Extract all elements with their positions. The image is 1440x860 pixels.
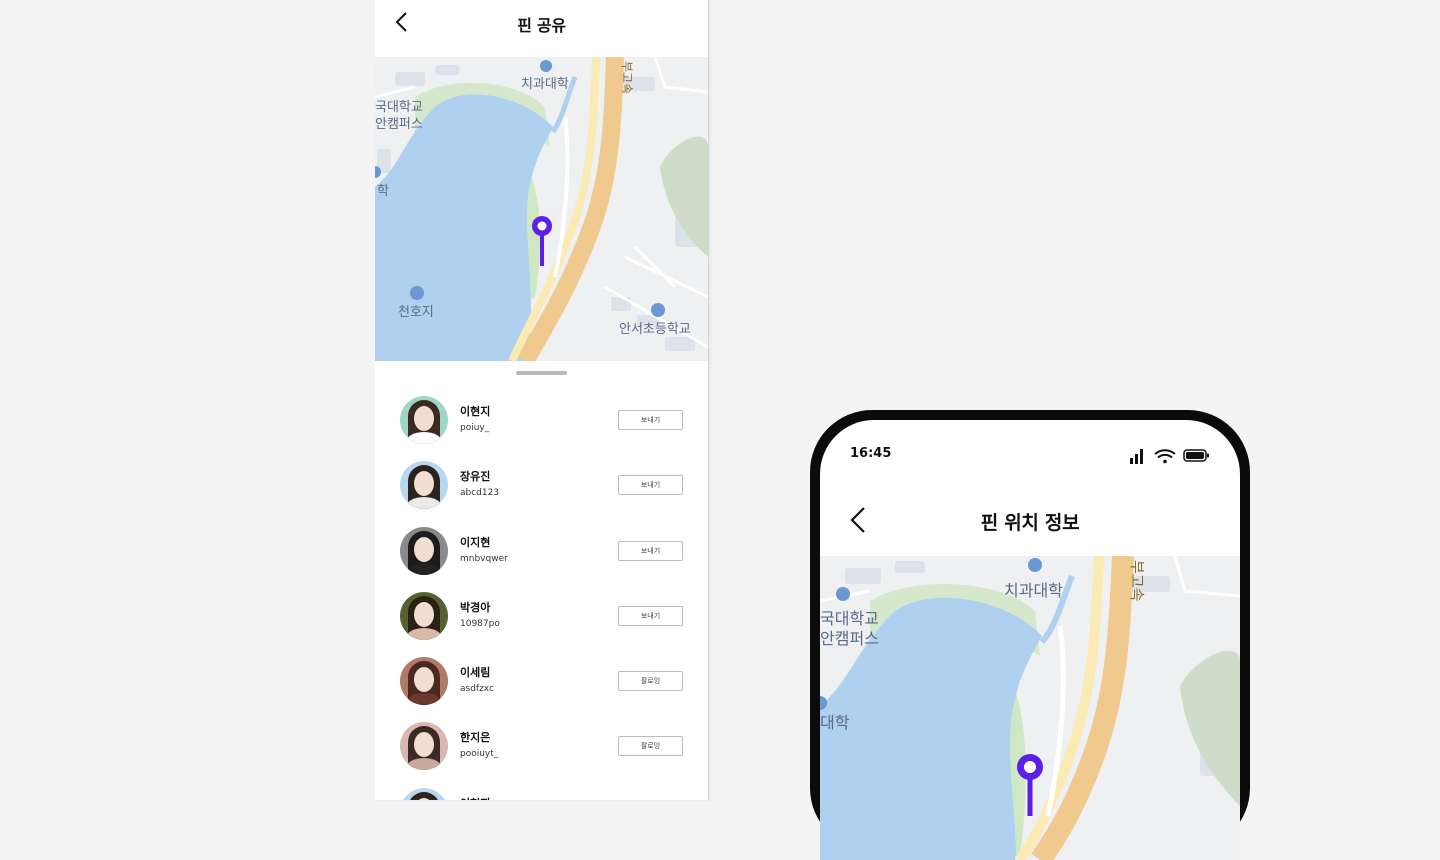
map-label-expressway: 부고속 <box>620 61 634 94</box>
map-canvas: 치과대학 국대학교 안캠퍼스 대학 부고속 <box>820 556 1240 860</box>
pin-share-screen: 핀 공유 치과대학 국대학교 안캠퍼스 학 천호지 안서초등학교 부고속 이현지… <box>375 0 708 800</box>
map-label-dental-college: 치과대학 <box>1004 582 1063 600</box>
friend-id: mnbvqwer <box>460 553 508 564</box>
friend-list: 이현지 poiuy_ 보내기 장유진 abcd123 보내기 이지현 mnbvqwer 보내기 박… <box>375 387 708 800</box>
send-button[interactable]: 보내기 <box>618 410 683 430</box>
page-title: 핀 공유 <box>517 16 566 35</box>
avatar[interactable] <box>400 591 448 640</box>
map-label-campus-2: 안캠퍼스 <box>820 630 879 648</box>
map-label-college: 대학 <box>820 714 850 732</box>
friend-name: 이현지 <box>460 795 490 800</box>
page-title: 핀 위치 정보 <box>980 512 1080 534</box>
friend-row[interactable]: 한지은 pooiuyt_ 팔로잉 <box>375 713 708 778</box>
map-view[interactable]: 치과대학 국대학교 안캠퍼스 학 천호지 안서초등학교 부고속 <box>375 57 708 361</box>
send-button[interactable]: 보내기 <box>618 605 683 626</box>
pin-info-screen: 16:45 핀 위치 정보 치과대학 국대학교 안캠퍼스 대학 부고속 <box>820 420 1240 860</box>
avatar[interactable] <box>400 526 448 575</box>
header: 핀 공유 <box>375 0 708 57</box>
avatar-body <box>406 758 442 771</box>
avatar-body <box>406 497 442 510</box>
friend-name: 이세림 <box>460 666 491 680</box>
friend-id: pooiuyt_ <box>460 749 499 760</box>
map-label-dental-college: 치과대학 <box>521 76 569 91</box>
friend-id: 10987po <box>460 618 500 629</box>
following-button[interactable]: 팔로잉 <box>618 736 683 757</box>
battery-icon <box>1183 449 1209 462</box>
avatar[interactable] <box>400 657 448 706</box>
friend-row[interactable]: 장유진 abcd123 보내기 <box>375 452 708 517</box>
friend-row[interactable]: 이현지 poiuy_ 보내기 <box>375 387 708 452</box>
avatar[interactable] <box>400 461 448 510</box>
friend-id: abcd123 <box>460 488 500 499</box>
friend-row[interactable]: 이지현 mnbvqwer 보내기 <box>375 518 708 583</box>
friend-id: poiuy_ <box>460 423 490 433</box>
friend-name: 장유진 <box>460 470 491 484</box>
friend-name: 한지은 <box>460 731 491 745</box>
friend-name: 박경아 <box>460 600 491 614</box>
friend-row[interactable]: 이세림 asdfzxc 팔로잉 <box>375 648 708 713</box>
send-button[interactable]: 보내기 <box>618 475 683 496</box>
friend-name: 이지현 <box>460 535 491 549</box>
avatar[interactable] <box>400 396 448 444</box>
friend-row[interactable]: 이현지 <box>375 779 708 800</box>
map-label-school: 안서초등학교 <box>619 321 691 336</box>
map-label-campus-1: 국대학교 <box>820 610 879 628</box>
map-view[interactable]: 치과대학 국대학교 안캠퍼스 대학 부고속 <box>820 556 1240 860</box>
avatar[interactable] <box>400 787 448 800</box>
avatar-body <box>406 693 442 706</box>
status-time: 16:45 <box>850 446 892 461</box>
map-label-expressway: 부고속 <box>1128 560 1145 602</box>
map-label-campus-1: 국대학교 <box>375 99 423 114</box>
phone-mockup: 16:45 핀 위치 정보 치과대학 국대학교 안캠퍼스 대학 부고속 <box>810 410 1250 860</box>
status-icons <box>1130 447 1212 469</box>
map-label-campus-2: 안캠퍼스 <box>375 116 423 131</box>
signal-icon <box>1130 449 1143 464</box>
send-button[interactable]: 보내기 <box>618 540 683 561</box>
friend-row[interactable]: 박경아 10987po 보내기 <box>375 583 708 648</box>
map-canvas: 치과대학 국대학교 안캠퍼스 학 천호지 안서초등학교 부고속 <box>375 57 708 361</box>
wifi-icon <box>1154 449 1176 464</box>
map-label-lake: 천호지 <box>398 304 434 319</box>
avatar-face <box>414 406 434 431</box>
avatar-face <box>414 536 434 562</box>
following-button[interactable]: 팔로잉 <box>618 671 683 692</box>
avatar-face <box>414 601 434 627</box>
map-label-college: 학 <box>377 183 389 198</box>
friend-id: asdfzxc <box>460 684 494 695</box>
avatar[interactable] <box>400 722 448 771</box>
friend-name: 이현지 <box>460 405 491 418</box>
bottom-sheet-handle[interactable] <box>516 371 567 375</box>
